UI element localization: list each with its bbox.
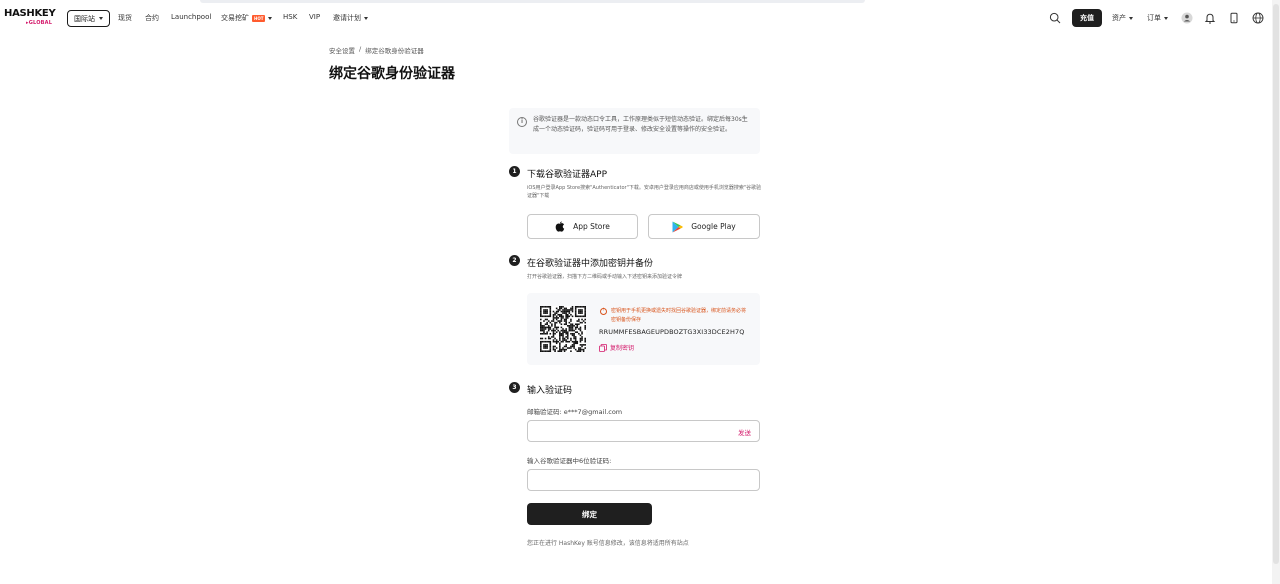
nav-trade-mining-label: 交易挖矿 [221,14,249,22]
nav-launchpool[interactable]: Launchpool [171,13,211,21]
info-box: i 谷歌验证器是一款动态口令工具，工作原理类似于短信动态验证。绑定后每30s生成… [509,108,760,154]
info-icon: i [517,117,527,127]
logo-text: HASHKEY [4,8,56,19]
ga-code-input[interactable] [527,469,760,491]
assets-label: 资产 [1112,14,1126,22]
nav-referral[interactable]: 邀请计划 [333,13,368,23]
footnote: 您正在进行 HashKey 账号信息修改，该信息将适用所有站点 [527,540,689,547]
email-code-label: 邮箱验证码: e***7@gmail.com [527,408,623,416]
nav-trade-mining[interactable]: 交易挖矿 HOT [221,13,273,23]
qr-code [540,306,586,352]
step-3-badge: 3 [509,382,520,393]
google-play-icon [672,221,683,232]
user-icon[interactable] [1181,12,1193,24]
breadcrumb-current: 绑定谷歌身份验证器 [365,47,424,55]
chevron-down-icon [1164,16,1168,20]
region-label: 国际站 [74,14,95,23]
step-1-description: iOS用户登录App Store搜索"Authenticator"下载。安卓用户… [527,185,762,199]
breadcrumb-security-settings[interactable]: 安全设置 [329,45,355,55]
assets-menu[interactable]: 资产 [1112,13,1133,23]
nav-hsk[interactable]: HSK [283,13,297,21]
copy-key-label: 复制密钥 [610,345,635,352]
google-play-button[interactable]: Google Play [648,214,760,239]
nav-spot[interactable]: 现货 [118,13,132,23]
backup-warning-text: 密钥用于手机更换或遗失时找回谷歌验证器，绑定前请务必将密钥备份保存 [611,308,747,323]
nav-vip[interactable]: VIP [309,13,320,21]
step-2-description: 打开谷歌验证器，扫描下方二维码或手动输入下述密钥来添加验证令牌 [527,274,683,280]
google-play-label: Google Play [691,222,736,231]
scrollbar[interactable] [1272,0,1280,584]
backup-warning: ! 密钥用于手机更换或遗失时找回谷歌验证器，绑定前请务必将密钥备份保存 [600,307,750,324]
info-text: 谷歌验证器是一款动态口令工具，工作原理类似于短信动态验证。绑定后每30s生成一个… [533,116,748,133]
hot-badge: HOT [252,14,266,22]
phone-icon[interactable] [1228,12,1240,24]
orders-menu[interactable]: 订单 [1147,13,1168,23]
bind-button[interactable]: 绑定 [527,503,652,525]
ga-code-label: 输入谷歌验证器中6位验证码: [527,457,612,465]
scrollbar-thumb[interactable] [1273,4,1279,564]
deposit-button[interactable]: 充值 [1072,9,1102,27]
nav-hsk-label: HSK [283,13,298,21]
step-2-title: 在谷歌验证器中添加密钥并备份 [527,259,654,269]
chevron-down-icon [1129,16,1133,20]
bell-icon[interactable] [1204,12,1216,24]
nav-contract[interactable]: 合约 [145,13,159,23]
app-store-label: App Store [573,222,610,231]
chevron-down-icon [364,16,368,20]
search-icon[interactable] [1049,12,1061,24]
top-navbar: HASHKEY ▸GLOBAL 国际站 现货 合约 Launchpool 交易挖… [0,0,1272,36]
secret-key: RRUMMFESBAGEUPDBOZTG3XI33DCE2H7Q [599,328,745,336]
nav-launchpool-label: Launchpool [171,13,212,21]
breadcrumb-separator: / [359,45,362,53]
chevron-down-icon [99,17,103,20]
page-title: 绑定谷歌身份验证器 [329,66,455,82]
qr-section: ! 密钥用于手机更换或遗失时找回谷歌验证器，绑定前请务必将密钥备份保存 RRUM… [527,293,760,365]
warning-icon: ! [600,308,607,315]
hashkey-logo[interactable]: HASHKEY ▸GLOBAL [4,9,56,29]
send-code-button[interactable]: 发送 [738,427,751,437]
nav-spot-label: 现货 [118,14,132,22]
chevron-down-icon [268,16,273,20]
nav-referral-label: 邀请计划 [333,14,361,22]
orders-label: 订单 [1147,14,1161,22]
step-1-title: 下载谷歌验证器APP [527,170,608,180]
step-2-badge: 2 [509,255,520,266]
copy-icon [599,343,607,352]
email-code-input[interactable]: 发送 [527,420,760,442]
step-1-badge: 1 [509,166,520,177]
region-selector[interactable]: 国际站 [67,10,110,27]
nav-contract-label: 合约 [145,14,159,22]
logo-subtext: ▸GLOBAL [26,20,53,26]
copy-key-button[interactable]: 复制密钥 [599,343,634,352]
globe-icon[interactable] [1252,12,1264,24]
breadcrumb: 安全设置 / 绑定谷歌身份验证器 [329,45,424,55]
nav-vip-label: VIP [309,13,321,21]
app-store-button[interactable]: App Store [527,214,638,239]
step-3-title: 输入验证码 [527,386,573,396]
apple-icon [555,221,565,232]
